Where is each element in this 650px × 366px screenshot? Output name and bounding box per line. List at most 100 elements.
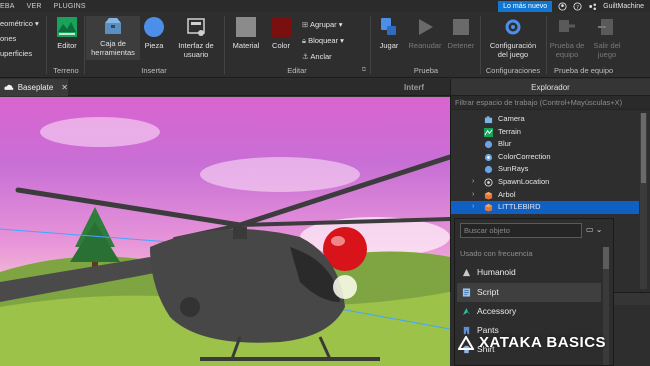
interface-toggle[interactable]: Interf [404, 83, 424, 92]
color-label: Color [272, 41, 290, 50]
geometric-dropdown[interactable]: eométrico ▾ [0, 16, 39, 31]
camera-icon [484, 116, 493, 124]
part-label: Pieza [144, 41, 164, 50]
ball-highlight [331, 236, 345, 246]
tree-item-arbol[interactable]: › Arbol [451, 189, 639, 202]
menu-plugins[interactable]: PLUGINS [54, 3, 86, 10]
user-interface-icon [187, 18, 205, 36]
object-item-script[interactable]: Script [457, 283, 601, 302]
team-test-label: Prueba de equipo [549, 41, 585, 59]
lock-button[interactable]: 🔒︎ Bloquear ▾ [302, 33, 344, 49]
tree-item-label: Blur [498, 139, 512, 149]
material-label: Material [232, 41, 260, 50]
explorer-scrollbar[interactable] [640, 113, 647, 289]
share-icon[interactable] [558, 1, 567, 11]
document-tab-bar: Baseplate ✕ Interf [0, 79, 450, 96]
color-button[interactable]: Color [266, 16, 296, 50]
tree-item-terrain[interactable]: Terrain [451, 126, 639, 139]
frequent-section-label: Usado con frecuencia [460, 249, 533, 258]
tree-item-colorcorrection[interactable]: ColorCorrection [451, 151, 639, 164]
tree-item-blur[interactable]: Blur [451, 138, 639, 151]
ribbon-group-insert: Caja de herramientas Pieza Interfaz de u… [86, 12, 222, 78]
terrain-editor-button[interactable]: Editor [51, 16, 83, 50]
tree-item-label: SpawnLocation [498, 176, 550, 186]
object-item-accessory[interactable]: Accessory [457, 302, 601, 321]
team-test-button[interactable]: Prueba de equipo [548, 16, 586, 59]
explorer-tree: Camera Terrain Blur ColorCorrection SunR… [451, 113, 639, 214]
object-item-humanoid[interactable]: Humanoid [457, 263, 601, 282]
stop-label: Detener [447, 41, 475, 50]
game-viewport[interactable] [0, 97, 450, 366]
ribbon-toolbar: eométrico ▾ ones uperficies Editor Terre… [0, 12, 650, 78]
tab-baseplate[interactable]: Baseplate ✕ [0, 79, 68, 96]
resume-icon [419, 19, 433, 35]
rotor-blade [237, 154, 450, 228]
close-icon[interactable]: ✕ [61, 83, 68, 92]
scrollbar-thumb[interactable] [641, 113, 646, 183]
object-label: Accessory [477, 306, 517, 316]
material-button[interactable]: Material [230, 16, 262, 50]
expand-group-icon[interactable]: ⧉ [362, 67, 366, 74]
part-button[interactable]: Pieza [142, 16, 166, 50]
scrollbar-thumb[interactable] [603, 247, 609, 269]
resume-button[interactable]: Reanudar [406, 16, 444, 50]
menu-ver[interactable]: VER [27, 3, 42, 10]
anchor-label: Anclar [310, 52, 332, 61]
accessory-icon [462, 307, 471, 316]
surfaces-item[interactable]: uperficies [0, 46, 39, 61]
tree-item-camera[interactable]: Camera [451, 113, 639, 126]
menu-prueba[interactable]: EBA [0, 3, 15, 10]
options-item[interactable]: ones [0, 31, 39, 46]
blur-icon [484, 141, 493, 149]
exit-game-icon [598, 19, 613, 35]
expand-arrow-icon[interactable]: › [472, 189, 474, 202]
news-button[interactable]: Lo más nuevo [498, 0, 553, 12]
terrain-icon [484, 127, 493, 137]
group-icon: ⊞ [302, 20, 310, 29]
properties-header [614, 293, 650, 305]
tree-item-label: Arbol [498, 189, 516, 199]
insert-group-label: Insertar [141, 66, 167, 75]
object-label: Humanoid [477, 267, 516, 277]
object-search-input[interactable]: Buscar objeto [460, 223, 582, 238]
rotor-blade [238, 217, 450, 227]
terrain-group-label: Terreno [53, 66, 79, 75]
tree-item-sunrays[interactable]: SunRays [451, 163, 639, 176]
tree-item-label: Terrain [498, 126, 521, 136]
spawn-icon [484, 178, 493, 187]
game-settings-button[interactable]: Configuración del juego [484, 16, 542, 59]
tree-item-spawnlocation[interactable]: › SpawnLocation [451, 176, 639, 189]
ribbon-separator [224, 16, 225, 74]
help-icon[interactable]: ? [573, 1, 582, 11]
expand-arrow-icon[interactable]: › [472, 201, 474, 214]
expand-arrow-icon[interactable]: › [472, 176, 474, 189]
chevron-down-icon[interactable]: ⌄ [596, 225, 603, 234]
terrain-editor-icon [57, 17, 77, 37]
gun-pod [180, 297, 200, 317]
menu-bar: EBA VER PLUGINS Lo más nuevo ? GuiltMach… [0, 0, 650, 12]
game-settings-label: Configuración del juego [489, 41, 537, 59]
tree-item-littlebird[interactable]: › LITTLEBIRD [451, 201, 639, 214]
ribbon-separator [84, 16, 85, 74]
filter-toggle-icon[interactable]: ▭ [586, 225, 594, 234]
explorer-filter-input[interactable]: Filtrar espacio de trabajo (Control+Mayú… [451, 96, 650, 110]
lock-label: Bloquear ▾ [308, 36, 344, 45]
username-label[interactable]: GuiltMachine [603, 3, 644, 10]
exit-game-button[interactable]: Salir del juego [588, 16, 626, 59]
explorer-title: Explorador [451, 79, 650, 96]
ui-button[interactable]: Interfaz de usuario [174, 16, 218, 59]
tree-item-label: ColorCorrection [498, 151, 551, 161]
toolbox-button[interactable]: Caja de herramientas [86, 16, 140, 60]
toolbox-label: Caja de herramientas [91, 39, 135, 57]
model-icon [484, 191, 493, 200]
anchor-button[interactable]: ⚓︎ Anclar [302, 49, 344, 65]
material-icon [236, 17, 256, 37]
svg-text:?: ? [576, 4, 579, 10]
group-button[interactable]: ⊞ Agrupar ▾ [302, 17, 344, 33]
play-button[interactable]: Jugar [374, 16, 404, 50]
collaborate-icon[interactable] [588, 2, 597, 11]
resume-label: Reanudar [408, 41, 442, 50]
ribbon-separator [370, 16, 371, 74]
stop-button[interactable]: Detener [446, 16, 476, 50]
object-label: Script [477, 287, 499, 297]
